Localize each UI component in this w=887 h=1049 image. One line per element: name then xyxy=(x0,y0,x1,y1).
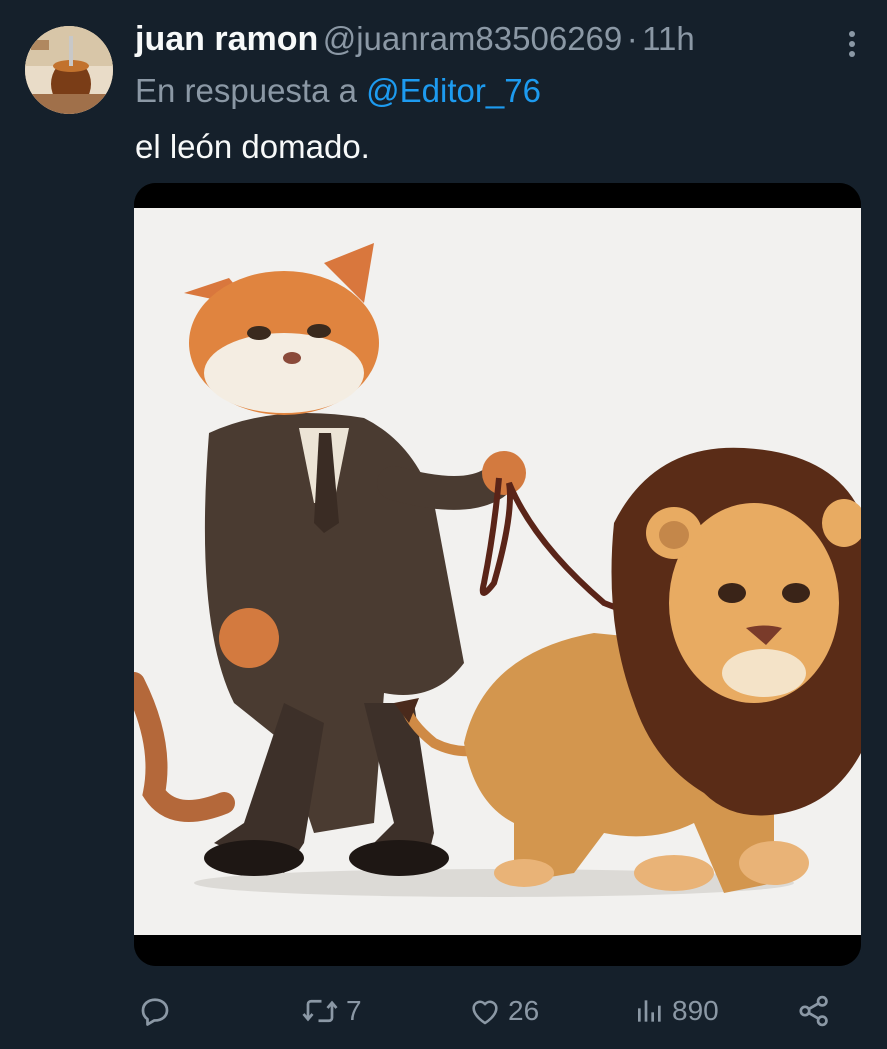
tweet-text: el león domado. xyxy=(135,128,370,165)
more-vertical-icon xyxy=(849,31,855,57)
separator-dot: · xyxy=(626,20,638,57)
tweet-header: juan ramon @juanram83506269 · 11h xyxy=(135,20,867,64)
tweet-media[interactable] xyxy=(134,183,861,966)
author-avatar[interactable] xyxy=(25,26,113,114)
avatar-image xyxy=(25,26,113,114)
reply-button[interactable] xyxy=(137,985,179,1037)
like-count: 26 xyxy=(508,995,540,1026)
retweet-count: 7 xyxy=(346,995,362,1026)
views-button[interactable]: 890 xyxy=(634,985,719,1037)
like-button[interactable]: 26 xyxy=(468,985,539,1037)
tweet-timestamp[interactable]: 11h xyxy=(642,20,695,57)
retweet-icon xyxy=(302,999,338,1023)
tweet-action-bar: 7 26 890 xyxy=(0,985,887,1037)
view-count: 890 xyxy=(672,995,719,1026)
heart-icon xyxy=(472,1000,498,1025)
illustration-image xyxy=(134,183,861,966)
more-options-button[interactable] xyxy=(837,26,867,62)
share-icon xyxy=(799,995,828,1027)
share-button[interactable] xyxy=(796,985,832,1037)
author-handle[interactable]: @juanram83506269 xyxy=(323,20,623,57)
reply-context: En respuesta a @Editor_76 xyxy=(135,72,541,110)
reply-icon xyxy=(141,998,169,1026)
reply-prefix: En respuesta a xyxy=(135,72,357,109)
retweet-button[interactable]: 7 xyxy=(300,985,362,1037)
reply-mention-link[interactable]: @Editor_76 xyxy=(366,72,541,109)
views-chart-icon xyxy=(638,1000,661,1022)
author-name[interactable]: juan ramon xyxy=(135,20,318,58)
